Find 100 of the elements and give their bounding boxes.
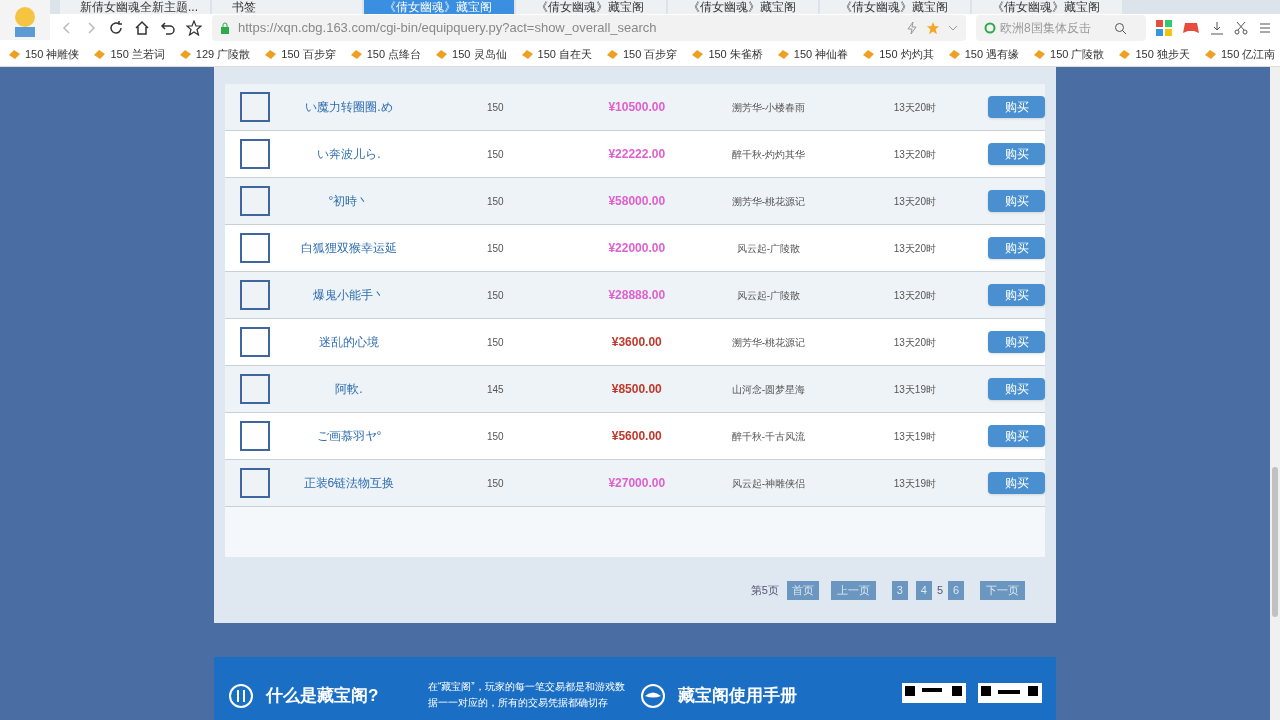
- character-name-link[interactable]: い奔波儿ら.: [317, 145, 381, 163]
- browser-tab[interactable]: 《倩女幽魂》藏宝阁: [972, 0, 1122, 14]
- level-text: 150: [486, 100, 504, 115]
- buy-button[interactable]: 购买: [988, 190, 1045, 212]
- level-text: 145: [486, 382, 504, 397]
- profile-avatar[interactable]: [0, 0, 50, 40]
- browser-tab[interactable]: 《倩女幽魂》藏宝阁: [820, 0, 970, 14]
- level-text: 150: [486, 335, 504, 350]
- browser-tab[interactable]: 新倩女幽魂全新主题...: [60, 0, 210, 14]
- star-icon[interactable]: [186, 20, 202, 36]
- character-name-link[interactable]: ご画慕羽ヤ°: [316, 427, 382, 445]
- avatar-placeholder: [240, 421, 271, 451]
- time-remaining-text: 13天19时: [893, 476, 936, 491]
- avatar-placeholder: [240, 468, 271, 498]
- buy-button[interactable]: 购买: [988, 237, 1045, 259]
- character-name-link[interactable]: 迷乱的心境: [318, 333, 379, 351]
- buy-button[interactable]: 购买: [988, 143, 1045, 165]
- undo-icon[interactable]: [160, 20, 176, 36]
- bookmark-link[interactable]: 150 灵岛仙: [452, 45, 507, 63]
- bookmark-link[interactable]: 150 百步穿: [622, 45, 678, 63]
- bookmark-link[interactable]: 150 广陵散: [1050, 45, 1105, 63]
- server-text: 风云起-广陵散: [736, 288, 801, 303]
- buy-button[interactable]: 购买: [988, 378, 1045, 400]
- bookmark-link[interactable]: 150 百步穿: [281, 45, 336, 63]
- page-number-button[interactable]: 5: [935, 580, 944, 600]
- scrollbar-thumb[interactable]: [1272, 467, 1278, 617]
- level-text: 150: [486, 476, 504, 491]
- server-text: 溯芳华-小楼春雨: [731, 100, 806, 115]
- buy-button[interactable]: 购买: [988, 472, 1045, 494]
- character-name-link[interactable]: °初時丶: [328, 192, 370, 210]
- browser-tab[interactable]: 《倩女幽魂》藏宝阁: [516, 0, 666, 14]
- server-text: 醉千秋-千古风流: [731, 429, 806, 444]
- price-text: ¥22000.00: [608, 240, 666, 257]
- search-field[interactable]: 欧洲8国集体反击: [976, 15, 1146, 41]
- avatar-placeholder: [240, 374, 271, 404]
- bookmark-link[interactable]: 150 神雕侠: [25, 45, 80, 63]
- browser-tab[interactable]: 《倩女幽魂》藏宝阁: [668, 0, 818, 14]
- time-remaining-text: 13天19时: [893, 382, 936, 397]
- level-text: 150: [486, 194, 504, 209]
- download-icon[interactable]: [1210, 21, 1224, 35]
- time-remaining-text: 13天20时: [893, 194, 936, 209]
- character-name-link[interactable]: 阿軟.: [335, 380, 363, 398]
- level-text: 150: [486, 288, 504, 303]
- star-icon[interactable]: [926, 21, 940, 35]
- character-name-link[interactable]: 正装6链法物互换: [303, 474, 395, 492]
- reload-icon[interactable]: [108, 20, 124, 36]
- buy-button[interactable]: 购买: [988, 425, 1045, 447]
- bookmark-link[interactable]: 150 独步天: [1135, 45, 1190, 63]
- menu-icon[interactable]: [1258, 22, 1272, 34]
- grid-icon[interactable]: [1156, 20, 1172, 36]
- search-icon[interactable]: [1114, 21, 1127, 35]
- bookmark-link[interactable]: 150 亿江南: [1220, 45, 1276, 63]
- price-text: ¥58000.00: [608, 193, 666, 210]
- browser-tab[interactable]: 《倩女幽魂》藏宝阁: [364, 0, 514, 14]
- avatar-placeholder: [240, 233, 271, 263]
- buy-button[interactable]: 购买: [988, 284, 1045, 306]
- server-text: 风云起-广陵散: [736, 241, 801, 256]
- buy-button[interactable]: 购买: [988, 331, 1045, 353]
- search-input[interactable]: 欧洲8国集体反击: [1000, 19, 1110, 37]
- avatar-placeholder: [240, 139, 271, 169]
- home-icon[interactable]: [134, 20, 150, 36]
- bookmark-link[interactable]: 150 朱雀桥: [708, 45, 763, 63]
- address-bar[interactable]: https://xqn.cbg.163.com/cgi-bin/equipquery.py?act=show_overall_search: [212, 15, 966, 41]
- price-text: ¥22222.00: [608, 146, 666, 163]
- price-text: ¥28888.00: [608, 287, 666, 304]
- footer-title: 藏宝阁使用手册: [678, 685, 798, 707]
- bookmark-link[interactable]: 150 遇有缘: [964, 45, 1020, 63]
- bookmark-link[interactable]: 150 自在天: [537, 45, 592, 63]
- bookmark-link[interactable]: 150 神仙眷: [793, 45, 849, 63]
- avatar-placeholder: [240, 92, 271, 122]
- buy-button[interactable]: 购买: [988, 96, 1045, 118]
- bookmark-link[interactable]: 129 广陵散: [195, 45, 251, 63]
- lightning-icon[interactable]: [906, 21, 918, 35]
- server-text: 山河念-圆梦星海: [731, 382, 806, 397]
- url-text: https://xqn.cbg.163.com/cgi-bin/equipquery.py?act=show_overall_search: [238, 19, 658, 38]
- level-text: 150: [486, 241, 504, 256]
- footer-title: 什么是藏宝阁?: [266, 685, 380, 707]
- browser-tab[interactable]: 书签: [212, 0, 362, 14]
- price-text: ¥5600.00: [611, 428, 662, 445]
- time-remaining-text: 13天20时: [893, 288, 936, 303]
- time-remaining-text: 13天20时: [893, 147, 936, 162]
- footer-text: 在“藏宝阁”，玩家的每一笔交易都是和游戏数据一一对应的，所有的交易凭据都确切存: [428, 680, 626, 710]
- character-name-link[interactable]: い魔力转圈圈.め: [305, 98, 393, 116]
- time-remaining-text: 13天19时: [893, 429, 936, 444]
- bookmark-link[interactable]: 150 灼灼其: [879, 45, 934, 63]
- bookmark-link[interactable]: 150 点绛台: [366, 45, 422, 63]
- character-name-link[interactable]: 白狐狸双猴幸运延: [300, 239, 397, 257]
- time-remaining-text: 13天20时: [893, 335, 936, 350]
- time-remaining-text: 13天20时: [893, 100, 936, 115]
- price-text: ¥3600.00: [611, 334, 662, 351]
- chevron-down-icon[interactable]: [948, 24, 958, 32]
- bookmark-link[interactable]: 150 兰若词: [110, 45, 165, 63]
- price-text: ¥10500.00: [608, 99, 666, 116]
- level-text: 150: [486, 147, 504, 162]
- circle-icon: [984, 22, 996, 34]
- server-text: 醉千秋-灼灼其华: [731, 147, 806, 162]
- server-text: 溯芳华-桃花源记: [731, 335, 806, 350]
- scissors-icon[interactable]: [1234, 21, 1248, 35]
- character-name-link[interactable]: 爆鬼小能手丶: [312, 286, 385, 304]
- price-text: ¥8500.00: [611, 381, 662, 398]
